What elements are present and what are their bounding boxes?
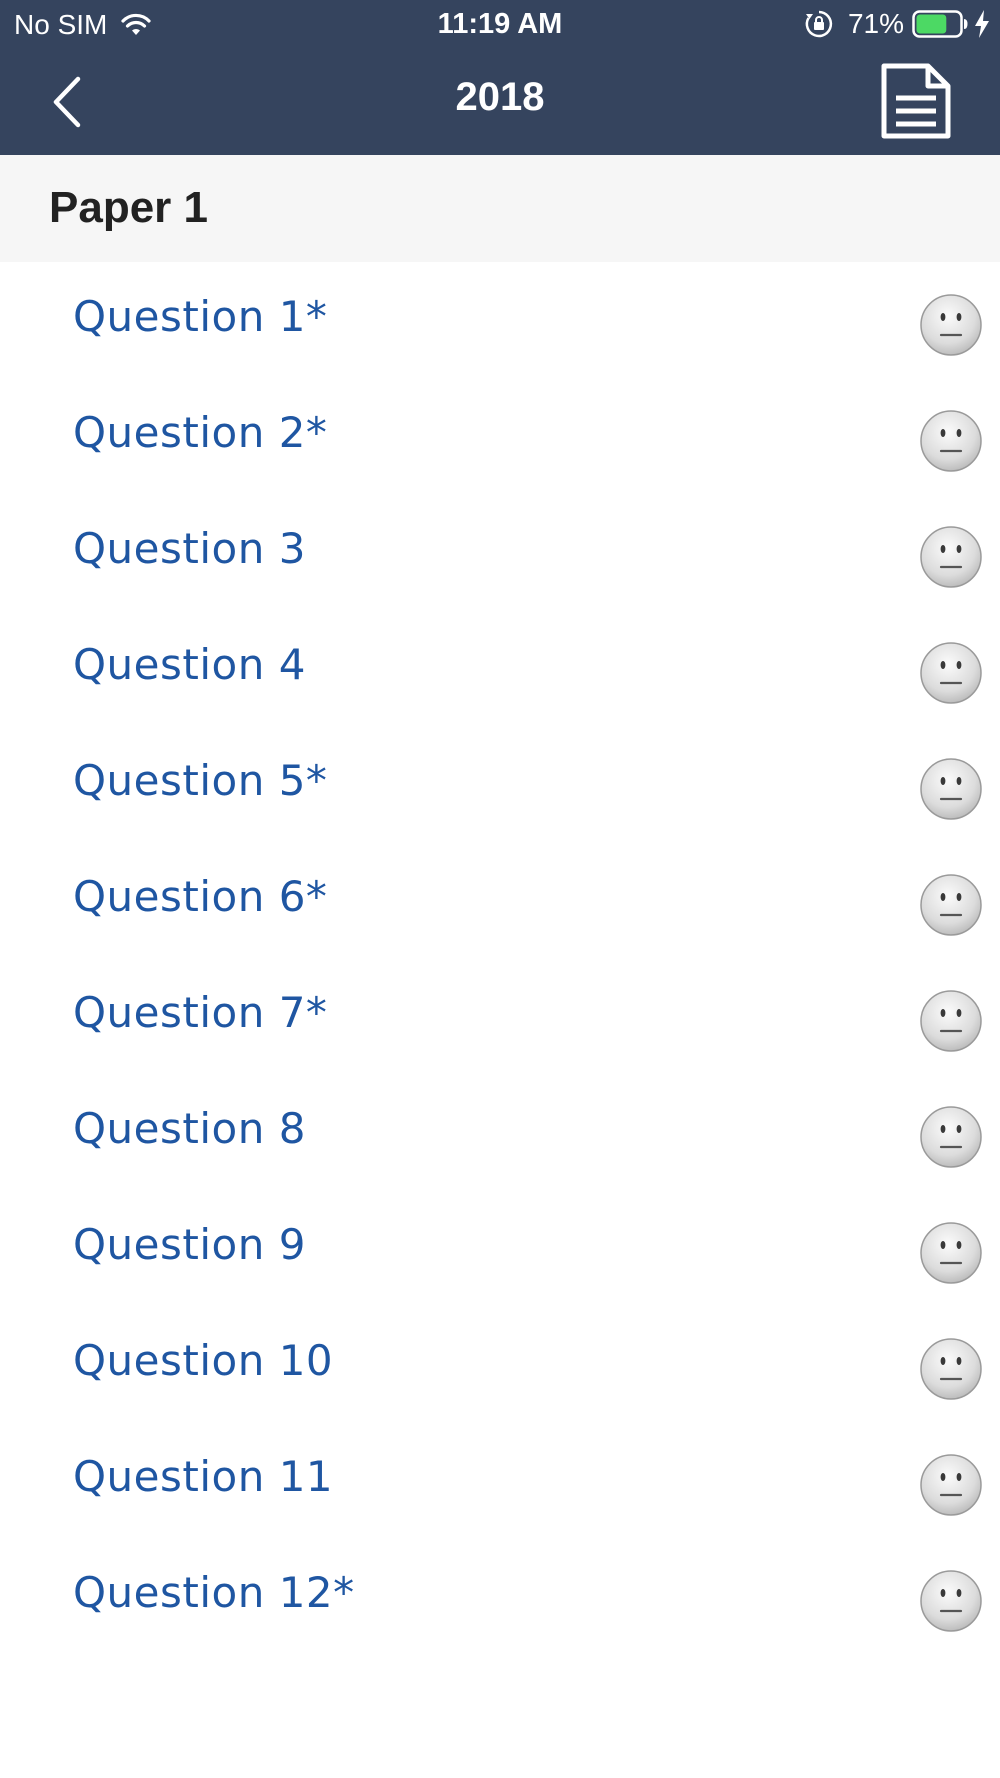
battery-percent: 71% [847,8,904,39]
neutral-face-icon [919,757,983,821]
carrier-label: No SIM [14,9,108,40]
neutral-face-icon [919,1337,983,1401]
clock-label: 11:19 AM [437,8,563,40]
wifi-icon [121,13,151,35]
question-row[interactable]: Question 8 [0,1074,1000,1190]
neutral-face-icon [919,1453,983,1517]
question-label: Question 3 [73,524,306,573]
document-icon [881,63,951,139]
battery-icon [912,10,968,38]
question-row[interactable]: Question 4 [0,610,1000,726]
neutral-face-icon [919,1221,983,1285]
status-bar: No SIM 11:19 AM 71% [0,0,1000,50]
question-label: Question 12* [73,1568,355,1617]
neutral-face-icon [919,525,983,589]
question-row[interactable]: Question 2* [0,378,1000,494]
section-title: Paper 1 [49,183,208,232]
question-list: Question 1* Question 2* Question 3 Question… [0,262,1000,1654]
bolt-icon [975,10,989,38]
nav-bar: 2018 [0,50,1000,155]
screen: No SIM 11:19 AM 71% 2018 Paper 1 Questio… [0,0,1000,1778]
neutral-face-icon [919,1569,983,1633]
status-right: 71% [804,8,990,40]
orientation-lock-icon [805,10,833,38]
question-label: Question 7* [73,988,328,1037]
header: No SIM 11:19 AM 71% 2018 [0,0,1000,155]
document-button[interactable] [880,62,952,140]
section-header: Paper 1 [0,155,1000,262]
question-row[interactable]: Question 6* [0,842,1000,958]
back-button[interactable] [50,72,110,132]
question-row[interactable]: Question 1* [0,262,1000,378]
question-label: Question 5* [73,756,328,805]
question-label: Question 2* [73,408,328,457]
question-label: Question 8 [73,1104,306,1153]
question-label: Question 10 [73,1336,334,1385]
question-label: Question 11 [73,1452,334,1501]
neutral-face-icon [919,873,983,937]
question-row[interactable]: Question 3 [0,494,1000,610]
neutral-face-icon [919,1105,983,1169]
nav-title: 2018 [0,75,1000,120]
neutral-face-icon [919,989,983,1053]
neutral-face-icon [919,293,983,357]
neutral-face-icon [919,641,983,705]
question-row[interactable]: Question 11 [0,1422,1000,1538]
question-label: Question 9 [73,1220,306,1269]
question-label: Question 1* [73,292,328,341]
chevron-left-icon [53,76,81,128]
question-row[interactable]: Question 7* [0,958,1000,1074]
neutral-face-icon [919,409,983,473]
page-title: 2018 [455,75,545,119]
question-row[interactable]: Question 5* [0,726,1000,842]
question-label: Question 6* [73,872,328,921]
question-label: Question 4 [73,640,306,689]
question-row[interactable]: Question 10 [0,1306,1000,1422]
question-row[interactable]: Question 9 [0,1190,1000,1306]
status-left: No SIM [14,9,153,41]
question-row[interactable]: Question 12* [0,1538,1000,1654]
